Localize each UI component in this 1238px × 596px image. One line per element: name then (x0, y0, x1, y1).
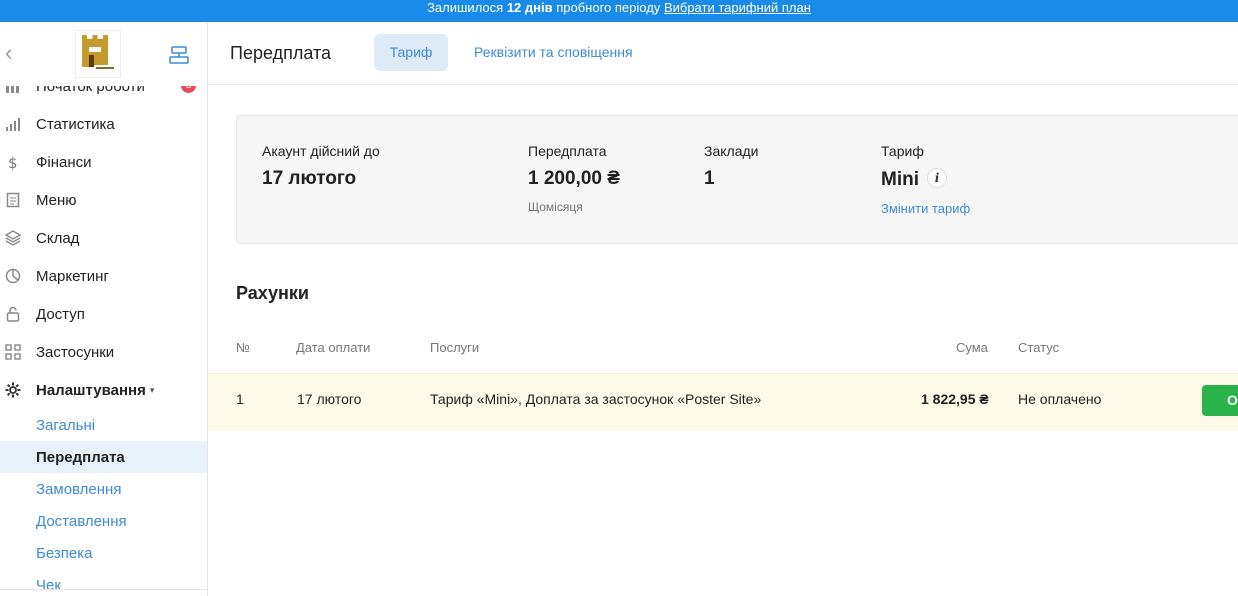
invoices-title: Рахунки (236, 283, 309, 303)
pie-icon (5, 268, 21, 284)
sidebar-item-warehouse[interactable]: Склад (0, 219, 207, 257)
tab-details-notifications[interactable]: Реквізити та сповіщення (474, 34, 633, 71)
lock-icon (6, 306, 20, 322)
page-header: Передплата Тариф Реквізити та сповіщення (208, 22, 1238, 85)
plan-value: Mini (881, 169, 919, 190)
sidebar-item-label: Доступ (36, 305, 85, 323)
subscription-summary: Акаунт дійсний до 17 лютого Передплата 1… (236, 115, 1238, 244)
sidebar-item-finance[interactable]: $ Фінанси (0, 143, 207, 181)
plan-cell: Тариф Mini i Змінити тариф (881, 143, 970, 216)
invoice-services: Тариф «Mini», Доплата за застосунок «Pos… (430, 391, 762, 407)
logo (75, 30, 121, 78)
layers-icon (5, 230, 21, 246)
sidebar-nav: Початок роботи 3 Статистика $ Фінанси Ме… (0, 67, 207, 596)
subscription-cell: Передплата 1 200,00 ₴ Щомісяця (528, 143, 620, 214)
statistics-icon (6, 118, 20, 131)
venues-label: Заклади (704, 143, 759, 159)
subscription-label: Передплата (528, 143, 607, 159)
sidebar-sub-delivery[interactable]: Доставлення (0, 505, 207, 537)
account-valid-label: Акаунт дійсний до (262, 143, 380, 159)
invoice-date: 17 лютого (297, 391, 362, 407)
invoice-amount: 1 822,95 ₴ (921, 391, 989, 407)
invoice-number: 1 (236, 391, 244, 407)
banner-suffix: пробного періоду (556, 0, 661, 15)
column-header-services: Послуги (430, 340, 480, 355)
sidebar-item-statistics[interactable]: Статистика (0, 105, 207, 143)
sidebar-divider (0, 589, 207, 590)
chevron-left-icon[interactable]: ‹ (5, 42, 19, 64)
sidebar-item-label: Налаштування (36, 381, 146, 399)
account-valid-value: 17 лютого (262, 168, 357, 189)
choose-plan-link[interactable]: Вибрати тарифний план (664, 0, 811, 15)
sidebar-sub-receipt[interactable]: Чек (0, 569, 207, 596)
info-icon[interactable]: i (927, 168, 947, 188)
page-title: Передплата (230, 43, 331, 63)
column-header-date: Дата оплати (296, 340, 371, 355)
sidebar-sub-orders[interactable]: Замовлення (0, 473, 207, 505)
column-header-status: Статус (1018, 340, 1060, 355)
sidebar-sub-security[interactable]: Безпека (0, 537, 207, 569)
sidebar-header: ‹ (0, 22, 207, 86)
caret-down-icon: ▾ (149, 384, 155, 395)
sidebar-sub-general[interactable]: Загальні (0, 409, 207, 441)
subscription-period: Щомісяця (528, 200, 583, 214)
venues-value: 1 (704, 168, 715, 189)
plan-value-row: Mini i (881, 168, 970, 191)
grid-icon (5, 344, 21, 360)
pay-button[interactable]: О (1202, 385, 1238, 416)
sidebar-item-apps[interactable]: Застосунки (0, 333, 207, 371)
invoice-status: Не оплачено (1018, 391, 1102, 407)
subscription-value: 1 200,00 ₴ (528, 168, 620, 189)
sidebar-item-label: Фінанси (36, 153, 92, 171)
sidebar-item-access[interactable]: Доступ (0, 295, 207, 333)
trial-banner: Залишилося 12 днів пробного періоду Вибр… (0, 0, 1238, 22)
cash-register-icon[interactable] (168, 44, 190, 66)
sidebar-item-label: Меню (36, 191, 77, 209)
svg-text:$: $ (8, 154, 18, 170)
column-header-amount: Сума (956, 340, 988, 355)
venues-cell: Заклади 1 (704, 143, 758, 190)
sidebar-item-marketing[interactable]: Маркетинг (0, 257, 207, 295)
banner-days: 12 днів (506, 0, 553, 15)
banner-prefix: Залишилося (427, 0, 504, 15)
castle-logo-icon (82, 35, 116, 72)
sidebar-item-menu[interactable]: Меню (0, 181, 207, 219)
plan-label: Тариф (881, 143, 924, 159)
account-valid-cell: Акаунт дійсний до 17 лютого (262, 143, 380, 190)
sidebar-sub-subscription[interactable]: Передплата (0, 441, 207, 473)
sidebar: Початок роботи 3 Статистика $ Фінанси Ме… (0, 22, 208, 596)
sidebar-item-settings[interactable]: Налаштування ▾ (0, 371, 207, 409)
sidebar-item-label: Застосунки (36, 343, 115, 361)
dollar-icon: $ (8, 154, 18, 170)
sidebar-item-label: Склад (36, 229, 80, 247)
tab-plan[interactable]: Тариф (374, 34, 448, 71)
column-header-number: № (236, 340, 250, 355)
sidebar-item-label: Маркетинг (36, 267, 109, 285)
gear-icon (5, 382, 21, 398)
change-plan-link[interactable]: Змінити тариф (881, 201, 970, 216)
document-icon (6, 192, 20, 208)
sidebar-item-label: Статистика (36, 115, 115, 133)
